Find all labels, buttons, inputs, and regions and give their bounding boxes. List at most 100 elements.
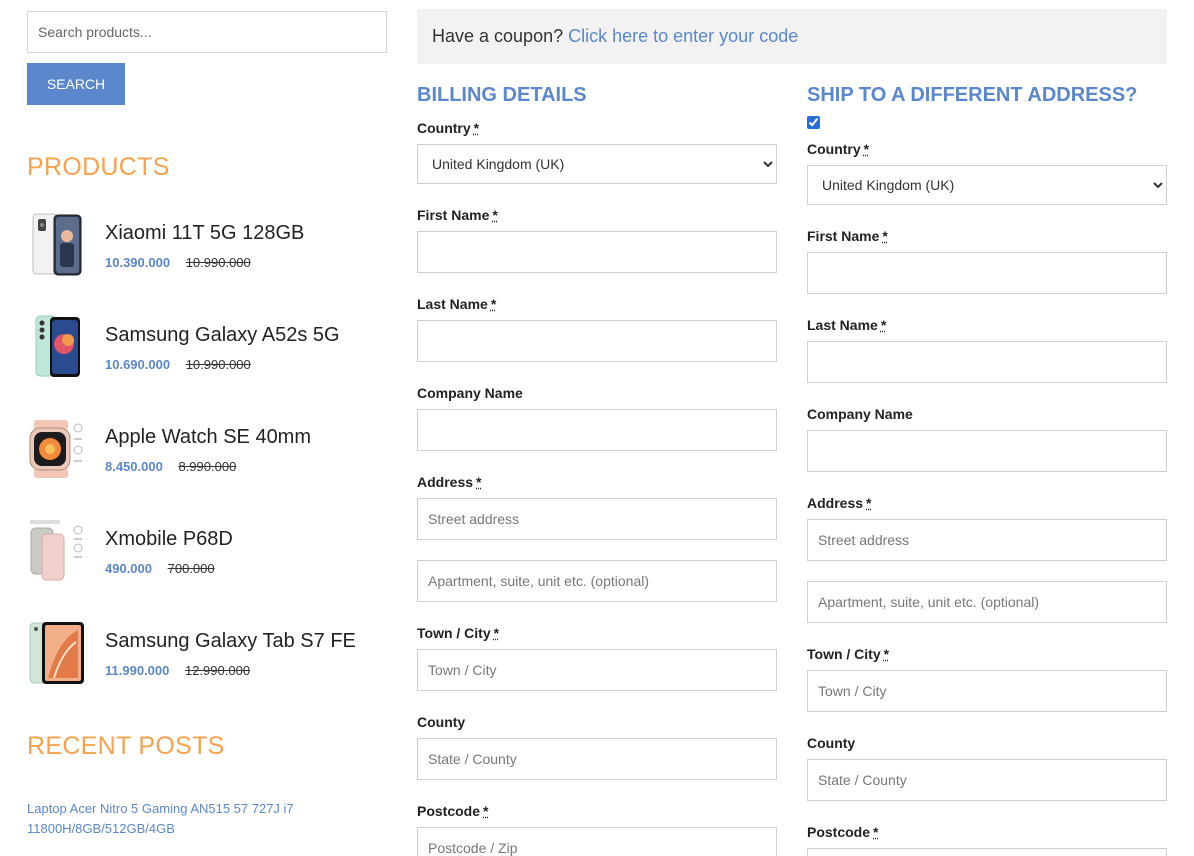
recent-post-link[interactable]: Laptop Acer Nitro 5 Gaming AN515 57 727J…	[27, 799, 327, 839]
required-marker: *	[476, 474, 481, 490]
shipping-first-name-label: First Name *	[807, 226, 1167, 246]
required-marker: *	[492, 207, 497, 223]
billing-street-input[interactable]	[417, 498, 777, 540]
phone-icon[interactable]	[27, 312, 89, 382]
product-item: Xiaomi 11T 5G 128GB 10.390.000 10.990.00…	[27, 194, 387, 296]
shipping-postcode-field: Postcode *	[807, 822, 1167, 856]
required-marker: *	[864, 141, 869, 157]
billing-country-label: Country *	[417, 118, 777, 138]
original-price: 700.000	[168, 561, 215, 576]
shipping-first-name-field: First Name *	[807, 226, 1167, 294]
recent-posts-title: RECENT POSTS	[27, 732, 387, 761]
shipping-country-select[interactable]: United Kingdom (UK)	[807, 165, 1167, 205]
billing-first-name-input[interactable]	[417, 231, 777, 273]
required-marker: *	[494, 625, 499, 641]
shipping-company-input[interactable]	[807, 430, 1167, 472]
billing-county-input[interactable]	[417, 738, 777, 780]
shipping-company-label: Company Name	[807, 404, 1167, 424]
shipping-country-label: Country *	[807, 139, 1167, 159]
ship-different-address-checkbox[interactable]	[807, 116, 820, 129]
billing-first-name-field: First Name *	[417, 205, 777, 273]
phone-icon[interactable]	[27, 210, 89, 280]
billing-address-label: Address *	[417, 472, 777, 492]
product-item: Samsung Galaxy Tab S7 FE 11.990.000 12.9…	[27, 602, 387, 704]
required-marker: *	[866, 495, 871, 511]
billing-last-name-input[interactable]	[417, 320, 777, 362]
required-marker: *	[884, 646, 889, 662]
shipping-county-input[interactable]	[807, 759, 1167, 801]
shipping-city-input[interactable]	[807, 670, 1167, 712]
shipping-last-name-label: Last Name *	[807, 315, 1167, 335]
required-marker: *	[882, 228, 887, 244]
billing-apartment-input[interactable]	[417, 560, 777, 602]
billing-first-name-label: First Name *	[417, 205, 777, 225]
shipping-county-field: County	[807, 733, 1167, 801]
shipping-county-label: County	[807, 733, 1167, 753]
billing-address-field: Address *	[417, 472, 777, 602]
required-marker: *	[873, 824, 878, 840]
recent-posts-list: Laptop Acer Nitro 5 Gaming AN515 57 727J…	[27, 799, 387, 839]
shipping-postcode-input[interactable]	[807, 848, 1167, 856]
search-input[interactable]	[27, 11, 387, 53]
original-price: 8.990.000	[178, 459, 236, 474]
billing-postcode-label: Postcode *	[417, 801, 777, 821]
shipping-last-name-field: Last Name *	[807, 315, 1167, 383]
shipping-city-label: Town / City *	[807, 644, 1167, 664]
coupon-text: Have a coupon?	[432, 26, 563, 47]
shipping-country-field: Country * United Kingdom (UK)	[807, 139, 1167, 205]
product-name-link[interactable]: Xiaomi 11T 5G 128GB	[105, 221, 304, 245]
product-name-link[interactable]: Apple Watch SE 40mm	[105, 425, 311, 449]
sale-price: 11.990.000	[105, 663, 169, 678]
billing-country-select[interactable]: United Kingdom (UK)	[417, 144, 777, 184]
powerbank-icon[interactable]	[27, 516, 89, 586]
billing-last-name-field: Last Name *	[417, 294, 777, 362]
sidebar: SEARCH PRODUCTS Xiaomi 11T 5G 128GB 10.3…	[27, 11, 387, 839]
required-marker: *	[474, 120, 479, 136]
billing-details: BILLING DETAILS Country * United Kingdom …	[417, 82, 777, 856]
shipping-first-name-input[interactable]	[807, 252, 1167, 294]
billing-title: BILLING DETAILS	[417, 82, 777, 108]
coupon-notice: Have a coupon? Click here to enter your …	[417, 9, 1167, 64]
billing-city-field: Town / City *	[417, 623, 777, 691]
shipping-details: SHIP TO A DIFFERENT ADDRESS? Country * Un…	[807, 82, 1167, 856]
required-marker: *	[491, 296, 496, 312]
sale-price: 10.690.000	[105, 357, 170, 372]
product-item: Xmobile P68D 490.000 700.000	[27, 500, 387, 602]
required-marker: *	[483, 803, 488, 819]
product-name-link[interactable]: Samsung Galaxy Tab S7 FE	[105, 629, 356, 653]
shipping-city-field: Town / City *	[807, 644, 1167, 712]
original-price: 10.990.000	[186, 357, 251, 372]
products-widget-title: PRODUCTS	[27, 153, 387, 182]
billing-postcode-input[interactable]	[417, 827, 777, 856]
watch-icon[interactable]	[27, 414, 89, 484]
original-price: 12.990.000	[185, 663, 250, 678]
shipping-postcode-label: Postcode *	[807, 822, 1167, 842]
shipping-address-label: Address *	[807, 493, 1167, 513]
sale-price: 10.390.000	[105, 255, 170, 270]
tablet-icon[interactable]	[27, 618, 89, 688]
search-button[interactable]: SEARCH	[27, 63, 125, 105]
sale-price: 8.450.000	[105, 459, 163, 474]
shipping-title: SHIP TO A DIFFERENT ADDRESS?	[807, 82, 1167, 108]
sale-price: 490.000	[105, 561, 152, 576]
shipping-last-name-input[interactable]	[807, 341, 1167, 383]
shipping-street-input[interactable]	[807, 519, 1167, 561]
product-list: Xiaomi 11T 5G 128GB 10.390.000 10.990.00…	[27, 194, 387, 704]
product-item: Apple Watch SE 40mm 8.450.000 8.990.000	[27, 398, 387, 500]
shipping-apartment-input[interactable]	[807, 581, 1167, 623]
billing-city-label: Town / City *	[417, 623, 777, 643]
required-marker: *	[881, 317, 886, 333]
product-name-link[interactable]: Samsung Galaxy A52s 5G	[105, 323, 340, 347]
product-item: Samsung Galaxy A52s 5G 10.690.000 10.990…	[27, 296, 387, 398]
billing-company-input[interactable]	[417, 409, 777, 451]
billing-company-label: Company Name	[417, 383, 777, 403]
billing-city-input[interactable]	[417, 649, 777, 691]
billing-company-field: Company Name	[417, 383, 777, 451]
coupon-link[interactable]: Click here to enter your code	[568, 26, 798, 47]
original-price: 10.990.000	[186, 255, 251, 270]
billing-country-field: Country * United Kingdom (UK)	[417, 118, 777, 184]
product-name-link[interactable]: Xmobile P68D	[105, 527, 233, 551]
billing-county-label: County	[417, 712, 777, 732]
billing-county-field: County	[417, 712, 777, 780]
billing-postcode-field: Postcode *	[417, 801, 777, 856]
